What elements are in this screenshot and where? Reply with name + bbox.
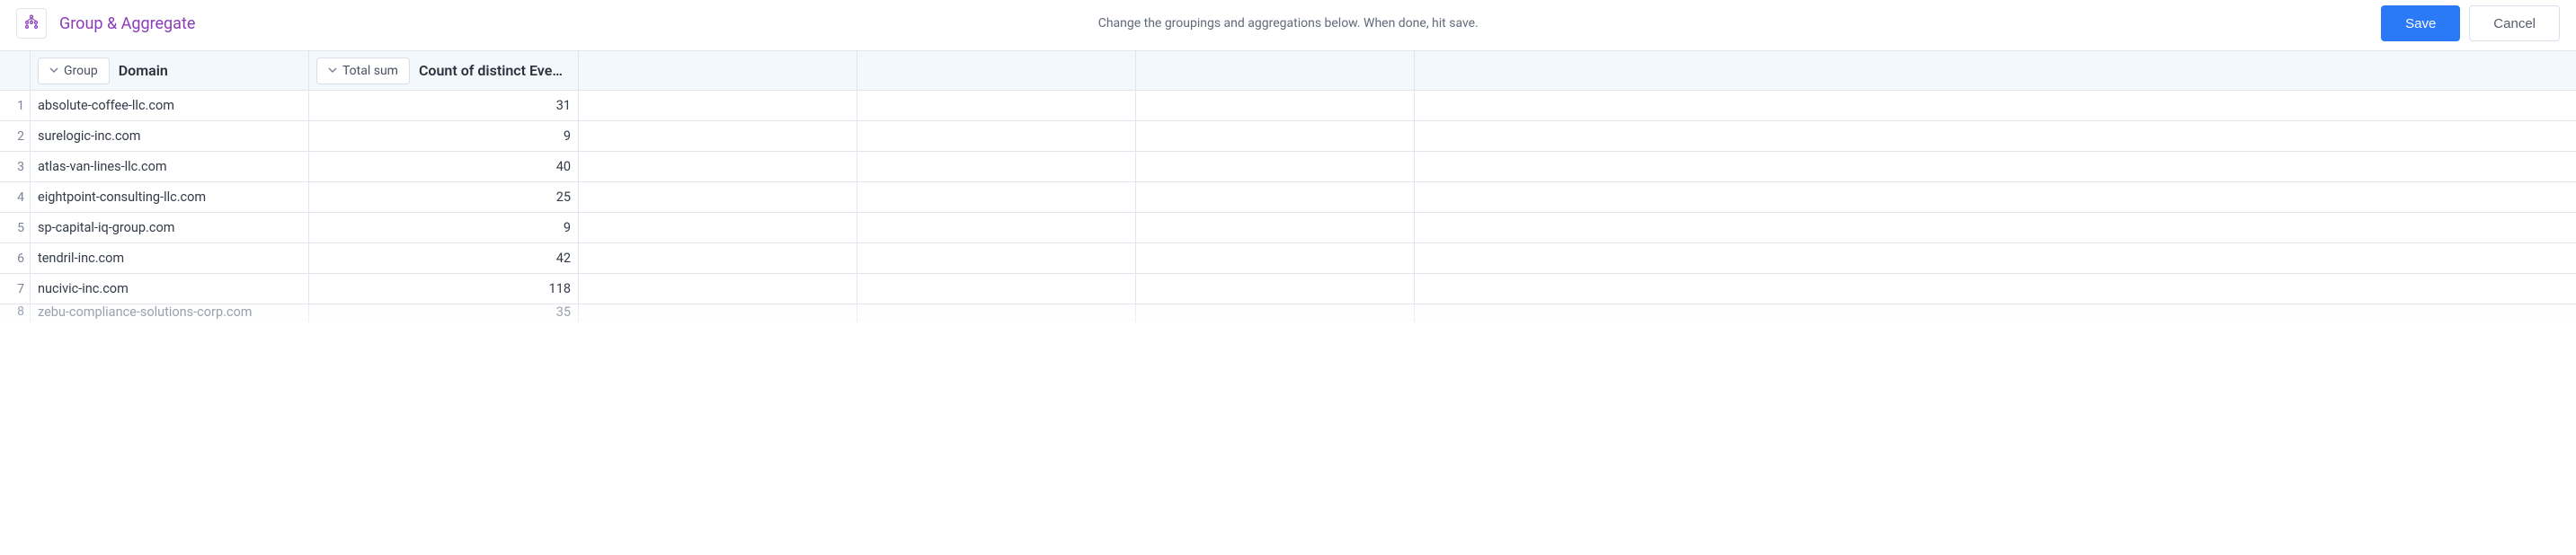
row-number: 2 xyxy=(0,121,31,151)
helper-text: Change the groupings and aggregations be… xyxy=(195,16,2381,31)
row-number: 1 xyxy=(0,91,31,120)
cell-domain[interactable]: surelogic-inc.com xyxy=(31,121,309,151)
cell-empty xyxy=(857,304,1136,322)
toolbar-right: Save Cancel xyxy=(2381,5,2560,41)
cell-empty xyxy=(579,213,857,242)
cancel-button[interactable]: Cancel xyxy=(2469,5,2560,41)
cell-empty xyxy=(857,243,1136,273)
cell-empty xyxy=(579,274,857,304)
cell-domain[interactable]: sp-capital-iq-group.com xyxy=(31,213,309,242)
row-number: 3 xyxy=(0,152,31,181)
cell-domain[interactable]: atlas-van-lines-llc.com xyxy=(31,152,309,181)
table-row[interactable]: 2surelogic-inc.com9 xyxy=(0,121,2576,152)
cell-empty xyxy=(579,91,857,120)
toolbar-left: Group & Aggregate xyxy=(16,8,195,39)
column-header-empty xyxy=(857,51,1136,90)
cell-empty xyxy=(579,152,857,181)
row-number: 4 xyxy=(0,182,31,212)
aggregate-icon xyxy=(23,13,40,33)
cell-count[interactable]: 25 xyxy=(309,182,579,212)
cell-empty xyxy=(579,182,857,212)
cell-empty xyxy=(1136,213,1415,242)
cell-count[interactable]: 31 xyxy=(309,91,579,120)
group-aggregate-icon-button[interactable] xyxy=(16,8,47,39)
save-button[interactable]: Save xyxy=(2381,5,2460,41)
row-number: 8 xyxy=(0,304,31,322)
cell-empty xyxy=(857,182,1136,212)
agg-pill-label: Total sum xyxy=(342,64,398,78)
column-header-count[interactable]: Total sum Count of distinct Eve… xyxy=(309,51,579,90)
table-row[interactable]: 4eightpoint-consulting-llc.com25 xyxy=(0,182,2576,213)
cell-domain[interactable]: tendril-inc.com xyxy=(31,243,309,273)
toolbar: Group & Aggregate Change the groupings a… xyxy=(0,0,2576,50)
cell-empty xyxy=(1136,274,1415,304)
cell-empty xyxy=(1136,152,1415,181)
cell-count[interactable]: 9 xyxy=(309,213,579,242)
column-header-domain[interactable]: Group Domain xyxy=(31,51,309,90)
table-row[interactable]: 1absolute-coffee-llc.com31 xyxy=(0,91,2576,121)
cell-empty xyxy=(579,121,857,151)
column-title-count: Count of distinct Eve… xyxy=(419,62,563,79)
chevron-down-icon xyxy=(328,64,337,78)
cell-domain[interactable]: absolute-coffee-llc.com xyxy=(31,91,309,120)
chevron-down-icon xyxy=(49,64,58,78)
cell-empty xyxy=(1136,243,1415,273)
cell-count[interactable]: 42 xyxy=(309,243,579,273)
cell-empty xyxy=(579,304,857,322)
cell-count[interactable]: 9 xyxy=(309,121,579,151)
column-header-empty xyxy=(1136,51,1415,90)
cell-count[interactable]: 118 xyxy=(309,274,579,304)
cell-empty xyxy=(1136,304,1415,322)
cell-empty xyxy=(1136,91,1415,120)
cell-empty xyxy=(1136,182,1415,212)
row-number: 7 xyxy=(0,274,31,304)
cell-empty xyxy=(1136,121,1415,151)
partial-row: 8 zebu-compliance-solutions-corp.com 35 xyxy=(0,304,2576,322)
cell-domain[interactable]: nucivic-inc.com xyxy=(31,274,309,304)
table-row[interactable]: 5sp-capital-iq-group.com9 xyxy=(0,213,2576,243)
table-row[interactable]: 6tendril-inc.com42 xyxy=(0,243,2576,274)
page-title: Group & Aggregate xyxy=(59,14,195,33)
group-type-pill[interactable]: Group xyxy=(38,57,110,84)
table-row[interactable]: 7nucivic-inc.com118 xyxy=(0,274,2576,304)
row-number: 5 xyxy=(0,213,31,242)
aggregation-type-pill[interactable]: Total sum xyxy=(316,57,410,84)
cell-empty xyxy=(857,91,1136,120)
cell-empty xyxy=(857,213,1136,242)
cell-domain[interactable]: eightpoint-consulting-llc.com xyxy=(31,182,309,212)
cell-domain: zebu-compliance-solutions-corp.com xyxy=(31,304,309,322)
cell-empty xyxy=(857,152,1136,181)
table-row[interactable]: 3atlas-van-lines-llc.com40 xyxy=(0,152,2576,182)
data-grid: Group Domain Total sum Count of distinct… xyxy=(0,50,2576,322)
cell-empty xyxy=(857,274,1136,304)
row-number-header xyxy=(0,51,31,90)
row-number: 6 xyxy=(0,243,31,273)
grid-header-row: Group Domain Total sum Count of distinct… xyxy=(0,51,2576,91)
group-pill-label: Group xyxy=(64,64,98,78)
column-header-empty xyxy=(579,51,857,90)
column-title-domain: Domain xyxy=(119,62,168,79)
cell-empty xyxy=(857,121,1136,151)
cell-count: 35 xyxy=(309,304,579,322)
cell-empty xyxy=(579,243,857,273)
cell-count[interactable]: 40 xyxy=(309,152,579,181)
